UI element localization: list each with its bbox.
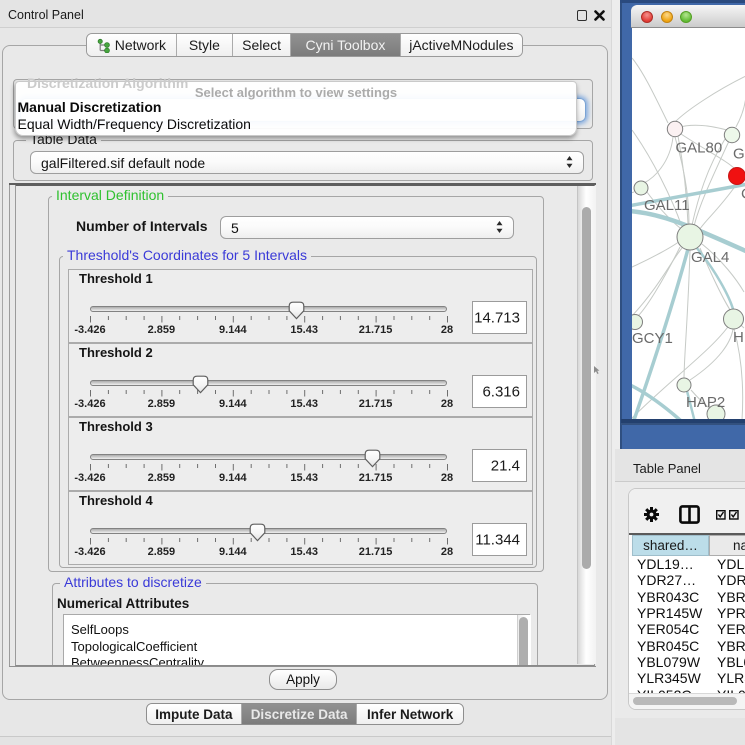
svg-text:G.: G. xyxy=(733,146,745,163)
svg-text:GCY1: GCY1 xyxy=(632,330,673,347)
svg-text:H: H xyxy=(733,329,744,346)
svg-text:GAL80: GAL80 xyxy=(676,140,723,157)
svg-text:C: C xyxy=(741,186,745,203)
svg-text:HAP2: HAP2 xyxy=(686,394,725,411)
svg-text:GAL4: GAL4 xyxy=(691,249,729,266)
svg-text:GAL11: GAL11 xyxy=(644,197,690,214)
